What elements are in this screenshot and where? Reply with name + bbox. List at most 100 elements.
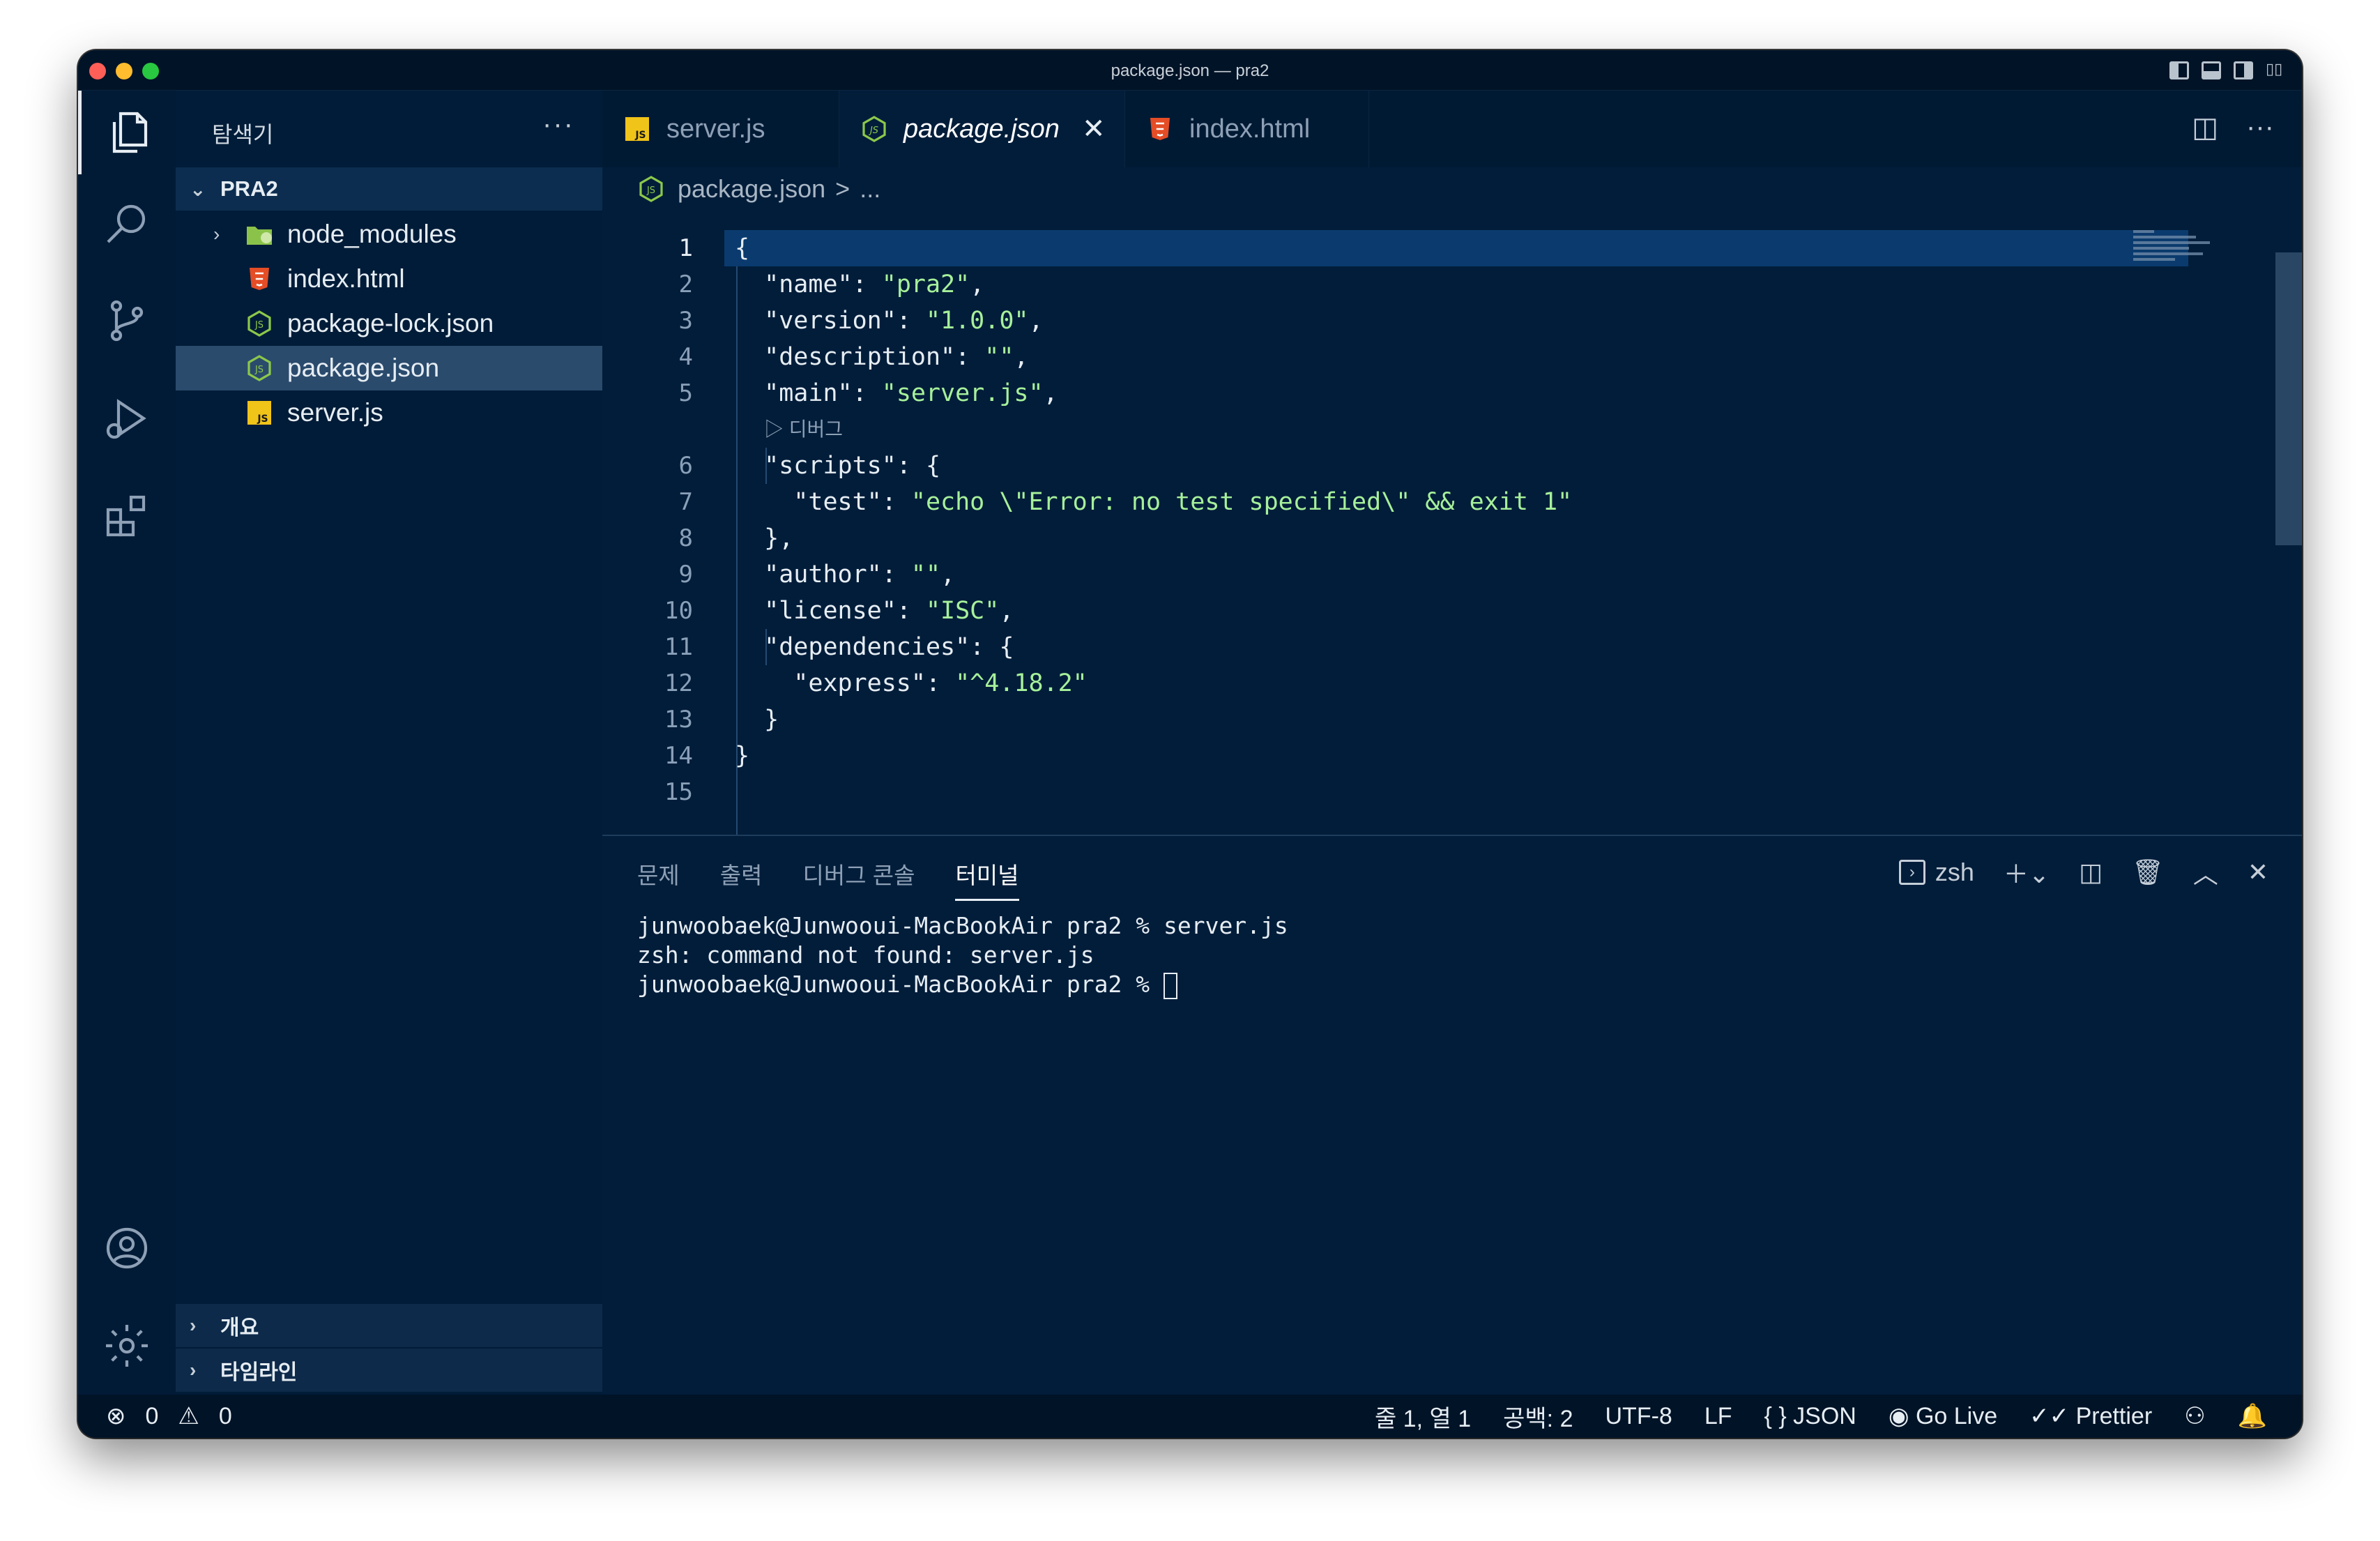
minimap[interactable]: [2133, 230, 2273, 272]
tree-item-package-lock-json[interactable]: JS package-lock.json: [176, 301, 602, 346]
tab-label: server.js: [666, 114, 765, 144]
chevron-right-icon: ›: [190, 1359, 197, 1381]
terminal-shell-selector[interactable]: › zsh: [1898, 858, 1974, 887]
tree-item-label: index.html: [287, 264, 405, 293]
tree-item-server-js[interactable]: JS server.js: [176, 390, 602, 435]
line-number: 7: [678, 488, 693, 516]
tab-package-json[interactable]: JS package.json ✕: [839, 91, 1125, 167]
code-editor[interactable]: 1 2 3 4 5 6 7 8 9 10 11 12 13 14 15 { "n…: [602, 211, 2302, 919]
tab-terminal[interactable]: 터미널: [955, 857, 1019, 901]
tab-debug-console[interactable]: 디버그 콘솔: [802, 857, 915, 901]
folder-icon: [244, 219, 275, 250]
split-editor-icon[interactable]: ◫: [2192, 112, 2218, 144]
shell-label: zsh: [1935, 858, 1974, 886]
new-terminal-icon[interactable]: ＋⌄: [2004, 854, 2050, 890]
code-line: }: [735, 706, 779, 734]
tab-index-html[interactable]: index.html: [1125, 91, 1369, 167]
nodejs-icon: JS: [244, 308, 275, 339]
svg-text:JS: JS: [254, 320, 264, 331]
maximize-panel-icon[interactable]: ︿: [2193, 854, 2218, 890]
language-mode[interactable]: { } JSON: [1764, 1403, 1856, 1430]
tree-item-package-json[interactable]: JS package.json: [176, 346, 602, 390]
outline-section[interactable]: › 개요: [176, 1304, 602, 1347]
html5-icon: [1146, 115, 1174, 143]
terminal-output[interactable]: junwoobaek@Junwooui-MacBookAir pra2 % se…: [637, 911, 1288, 999]
code-line: }: [735, 742, 750, 770]
search-icon[interactable]: [78, 181, 176, 265]
tab-problems[interactable]: 문제: [637, 857, 680, 901]
terminal-cursor: [1163, 972, 1177, 999]
code-line: "main": "server.js",: [764, 379, 1058, 407]
workspace-root-label: PRA2: [220, 176, 278, 201]
debug-codelens[interactable]: ▷ 디버그: [735, 411, 2199, 448]
line-number: 5: [678, 379, 693, 407]
terminal-line: junwoobaek@Junwooui-MacBookAir pra2 %: [637, 971, 1164, 998]
toggle-secondary-sidebar-icon[interactable]: [2234, 61, 2253, 79]
breadcrumb-file[interactable]: package.json: [678, 174, 825, 204]
warning-icon: ⚠: [178, 1403, 199, 1429]
indentation[interactable]: 공백: 2: [1503, 1399, 1573, 1434]
end-of-line[interactable]: LF: [1704, 1403, 1732, 1430]
tab-output[interactable]: 출력: [720, 857, 763, 901]
kill-terminal-icon[interactable]: 🗑: [2132, 858, 2164, 887]
section-label: 개요: [220, 1316, 259, 1339]
source-control-icon[interactable]: [78, 279, 176, 363]
workspace-root-folder[interactable]: ⌄ PRA2: [176, 167, 602, 211]
section-label: 타임라인: [220, 1361, 298, 1384]
braces-icon: { }: [1764, 1402, 1787, 1429]
tree-item-label: node_modules: [287, 220, 457, 248]
line-number: 2: [678, 271, 693, 298]
more-actions-icon[interactable]: ···: [542, 109, 574, 140]
go-live-button[interactable]: ◉ Go Live: [1889, 1402, 1997, 1430]
encoding[interactable]: UTF-8: [1605, 1403, 1672, 1430]
code-line: "version": "1.0.0",: [764, 307, 1044, 335]
window-title: package.json — pra2: [1111, 61, 1269, 80]
breadcrumb-rest[interactable]: ...: [860, 174, 880, 204]
svg-text:JS: JS: [868, 126, 878, 136]
code-line: "express": "^4.18.2": [793, 669, 1088, 697]
html5-icon: [244, 264, 275, 294]
explorer-icon[interactable]: [78, 91, 176, 174]
code-line: },: [735, 524, 794, 552]
code-line: "test": "echo \"Error: no test specified…: [793, 488, 1573, 516]
problems-status[interactable]: ⊗ 0 ⚠ 0: [106, 1402, 232, 1430]
status-items: 줄 1, 열 1 공백: 2 UTF-8 LF { } JSON ◉ Go Li…: [1375, 1399, 2267, 1434]
tab-server-js[interactable]: JS server.js: [602, 91, 839, 167]
feedback-icon[interactable]: ⚇: [2184, 1402, 2205, 1430]
customize-layout-icon[interactable]: [2266, 60, 2285, 79]
settings-gear-icon[interactable]: [78, 1304, 176, 1388]
cursor-position[interactable]: 줄 1, 열 1: [1375, 1399, 1471, 1434]
tab-label: package.json: [903, 114, 1060, 144]
extensions-icon[interactable]: [78, 474, 176, 558]
nodejs-icon: JS: [244, 353, 275, 384]
javascript-icon: JS: [623, 115, 651, 143]
close-panel-icon[interactable]: ✕: [2248, 858, 2268, 887]
tree-item-label: server.js: [287, 398, 383, 427]
notifications-bell-icon[interactable]: 🔔: [2238, 1402, 2267, 1430]
chevron-right-icon: ›: [213, 223, 220, 245]
terminal-panel: 문제 출력 디버그 콘솔 터미널 › zsh ＋⌄ ◫ 🗑 ︿ ✕ junwoo…: [602, 835, 2302, 1395]
editor-actions: ◫ ···: [2192, 112, 2274, 144]
run-debug-icon[interactable]: [78, 377, 176, 460]
line-number: 12: [664, 669, 693, 697]
line-number-gutter: 1 2 3 4 5 6 7 8 9 10 11 12 13 14 15: [602, 230, 693, 810]
close-tab-icon[interactable]: ✕: [1082, 113, 1106, 145]
toggle-panel-icon[interactable]: [2202, 61, 2221, 79]
editor-scrollbar[interactable]: [2275, 252, 2302, 545]
tree-item-index-html[interactable]: index.html: [176, 257, 602, 301]
tree-item-node-modules[interactable]: › node_modules: [176, 212, 602, 257]
split-terminal-icon[interactable]: ◫: [2079, 858, 2103, 887]
code-lines: { "name": "pra2", "version": "1.0.0", "d…: [735, 230, 2199, 810]
layout-controls: [2169, 60, 2285, 79]
account-icon[interactable]: [78, 1206, 176, 1290]
prettier-status[interactable]: ✓✓ Prettier: [2029, 1402, 2152, 1430]
code-line: "name": "pra2",: [764, 271, 985, 298]
svg-text:JS: JS: [257, 413, 268, 425]
code-line: "scripts": {: [764, 452, 941, 480]
timeline-section[interactable]: › 타임라인: [176, 1349, 602, 1392]
line-number: 10: [664, 597, 693, 625]
more-actions-icon[interactable]: ···: [2246, 112, 2274, 144]
toggle-primary-sidebar-icon[interactable]: [2169, 61, 2189, 79]
chevron-right-icon: ›: [190, 1314, 197, 1336]
editor-tab-bar: JS server.js JS package.json ✕ index.htm…: [602, 91, 2302, 167]
